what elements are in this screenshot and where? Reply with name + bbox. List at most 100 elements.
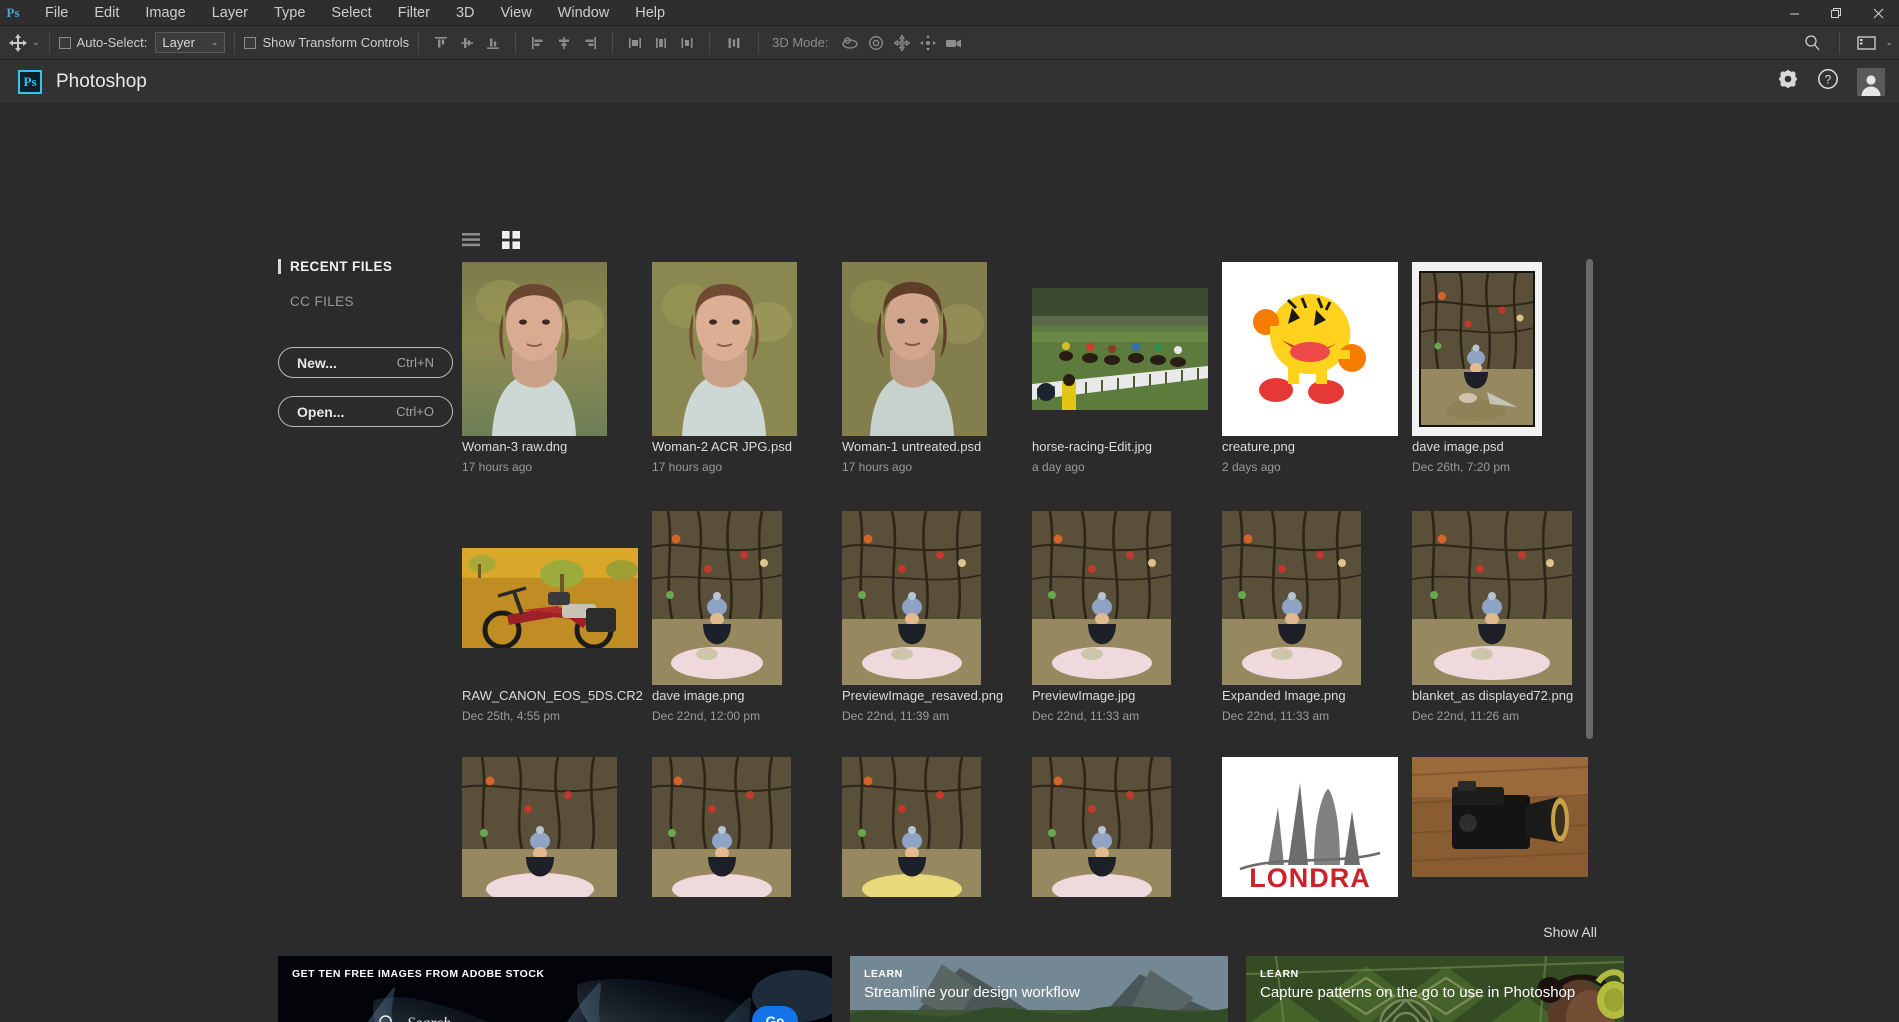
workspace-icon[interactable] — [1853, 30, 1881, 56]
search-icon[interactable] — [1798, 30, 1826, 56]
file-card[interactable] — [1412, 757, 1597, 904]
menu-item-type[interactable]: Type — [261, 1, 318, 25]
move-tool-button[interactable] — [4, 33, 32, 53]
grid-view-icon[interactable] — [502, 231, 520, 249]
thumbnail[interactable] — [1222, 259, 1412, 439]
file-card[interactable]: creature.png 2 days ago — [1222, 259, 1412, 508]
thumbnail[interactable] — [652, 508, 842, 688]
tool-preset-chevron-icon[interactable]: ⌄ — [32, 37, 40, 48]
close-button[interactable] — [1857, 0, 1899, 26]
thumbnail[interactable]: LONDRA — [1222, 757, 1412, 897]
file-card[interactable]: blanket_as displayed72.png Dec 22nd, 11:… — [1412, 508, 1597, 757]
menu-item-edit[interactable]: Edit — [81, 1, 132, 25]
learn-card-workflow[interactable]: LEARN Streamline your design workflow Wa… — [850, 956, 1228, 1022]
workspace-chevron-down-icon[interactable]: ⌄ — [1885, 37, 1893, 48]
align-top-edges-button[interactable] — [428, 30, 454, 56]
file-card[interactable]: dave image.psd Dec 26th, 7:20 pm — [1412, 259, 1597, 508]
new-button[interactable]: New... Ctrl+N — [278, 347, 453, 378]
3d-pan-icon[interactable] — [889, 30, 915, 56]
menu-item-select[interactable]: Select — [318, 1, 384, 25]
move-tool-icon — [9, 33, 27, 52]
sidebar-item-cc-files[interactable]: CC FILES — [290, 294, 463, 309]
help-icon[interactable]: ? — [1817, 68, 1839, 95]
avatar[interactable] — [1857, 67, 1885, 96]
thumbnail[interactable] — [652, 757, 842, 897]
show-all-link[interactable]: Show All — [1543, 924, 1597, 940]
file-card[interactable]: Woman-1 untreated.psd 17 hours ago — [842, 259, 1032, 508]
auto-select-scope-dropdown[interactable]: Layer ⌄ — [155, 32, 226, 53]
recent-files-grid[interactable]: Woman-3 raw.dng 17 hours ago Woman-2 ACR… — [462, 259, 1597, 904]
file-card[interactable]: dave image.png Dec 22nd, 12:00 pm — [652, 508, 842, 757]
3d-orbit-icon[interactable] — [837, 30, 863, 56]
3d-slide-icon[interactable] — [915, 30, 941, 56]
file-card[interactable]: PreviewImage_resaved.png Dec 22nd, 11:39… — [842, 508, 1032, 757]
thumbnail[interactable] — [1412, 757, 1597, 897]
file-card[interactable]: horse-racing-Edit.jpg a day ago — [1032, 259, 1222, 508]
align-left-edges-button[interactable] — [525, 30, 551, 56]
thumbnail[interactable] — [842, 508, 1032, 688]
menu-item-image[interactable]: Image — [132, 1, 198, 25]
file-card[interactable]: RAW_CANON_EOS_5DS.CR2 Dec 25th, 4:55 pm — [462, 508, 652, 757]
thumbnail[interactable] — [842, 259, 1032, 439]
align-horizontal-centers-button[interactable] — [551, 30, 577, 56]
minimize-button[interactable] — [1773, 0, 1815, 26]
menu-item-help[interactable]: Help — [622, 1, 678, 25]
thumbnail[interactable] — [1032, 508, 1222, 688]
thumbnail[interactable] — [1412, 508, 1597, 688]
menu-item-3d[interactable]: 3D — [443, 1, 488, 25]
align-bottom-edges-button[interactable] — [480, 30, 506, 56]
adobe-stock-card[interactable]: GET TEN FREE IMAGES FROM ADOBE STOCK Sea… — [278, 956, 832, 1022]
distribute-vertical-centers-button[interactable] — [648, 30, 674, 56]
menu-item-file[interactable]: File — [32, 1, 81, 25]
menu-item-view[interactable]: View — [488, 1, 545, 25]
distribute-bottom-edges-button[interactable] — [674, 30, 700, 56]
thumbnail[interactable] — [842, 757, 1032, 897]
file-card[interactable] — [1032, 757, 1222, 904]
sidebar-item-recent-files[interactable]: RECENT FILES — [278, 259, 463, 274]
align-vertical-centers-button[interactable] — [454, 30, 480, 56]
new-button-shortcut: Ctrl+N — [396, 355, 434, 370]
distribute-top-edges-button[interactable] — [622, 30, 648, 56]
gear-icon[interactable] — [1777, 68, 1799, 95]
3d-camera-icon[interactable] — [941, 30, 967, 56]
thumbnail[interactable] — [1222, 508, 1412, 688]
file-card[interactable]: LONDRA — [1222, 757, 1412, 904]
thumbnail[interactable] — [1412, 259, 1597, 439]
align-right-edges-button[interactable] — [577, 30, 603, 56]
show-transform-controls-group[interactable]: Show Transform Controls — [244, 35, 409, 50]
thumbnail[interactable] — [462, 508, 652, 688]
divider — [48, 31, 50, 54]
grid-scrollbar-thumb[interactable] — [1586, 259, 1593, 739]
thumbnail[interactable] — [1032, 259, 1222, 439]
thumbnail-image-vintage-camera — [1412, 757, 1588, 877]
menu-item-layer[interactable]: Layer — [199, 1, 261, 25]
file-card[interactable] — [842, 757, 1032, 904]
distribute-spacing-button[interactable] — [719, 30, 749, 56]
show-transform-controls-checkbox[interactable] — [244, 36, 257, 49]
stock-search-field[interactable]: Search — [378, 1014, 673, 1022]
grid-scrollbar-track[interactable] — [1586, 259, 1593, 904]
file-card[interactable]: PreviewImage.jpg Dec 22nd, 11:33 am — [1032, 508, 1222, 757]
thumbnail[interactable] — [462, 259, 652, 439]
file-date: 2 days ago — [1222, 460, 1281, 474]
file-card[interactable] — [462, 757, 652, 904]
menu-item-window[interactable]: Window — [545, 1, 623, 25]
auto-select-checkbox[interactable] — [58, 36, 71, 49]
list-view-icon[interactable] — [462, 233, 480, 247]
file-card[interactable] — [652, 757, 842, 904]
maximize-restore-button[interactable] — [1815, 0, 1857, 26]
thumbnail[interactable] — [1032, 757, 1222, 897]
open-button[interactable]: Open... Ctrl+O — [278, 396, 453, 427]
auto-select-checkbox-group[interactable]: Auto-Select: — [58, 35, 147, 50]
3d-roll-icon[interactable] — [863, 30, 889, 56]
menu-item-filter[interactable]: Filter — [385, 1, 443, 25]
stock-go-button[interactable]: Go — [752, 1006, 798, 1022]
thumbnail[interactable] — [652, 259, 842, 439]
file-card[interactable]: Woman-3 raw.dng 17 hours ago — [462, 259, 652, 508]
file-card[interactable]: Expanded Image.png Dec 22nd, 11:33 am — [1222, 508, 1412, 757]
thumbnail[interactable] — [462, 757, 652, 897]
new-button-label: New... — [297, 354, 337, 371]
divider — [1839, 31, 1841, 54]
learn-card-patterns[interactable]: LEARN Capture patterns on the go to use … — [1246, 956, 1624, 1022]
file-card[interactable]: Woman-2 ACR JPG.psd 17 hours ago — [652, 259, 842, 508]
